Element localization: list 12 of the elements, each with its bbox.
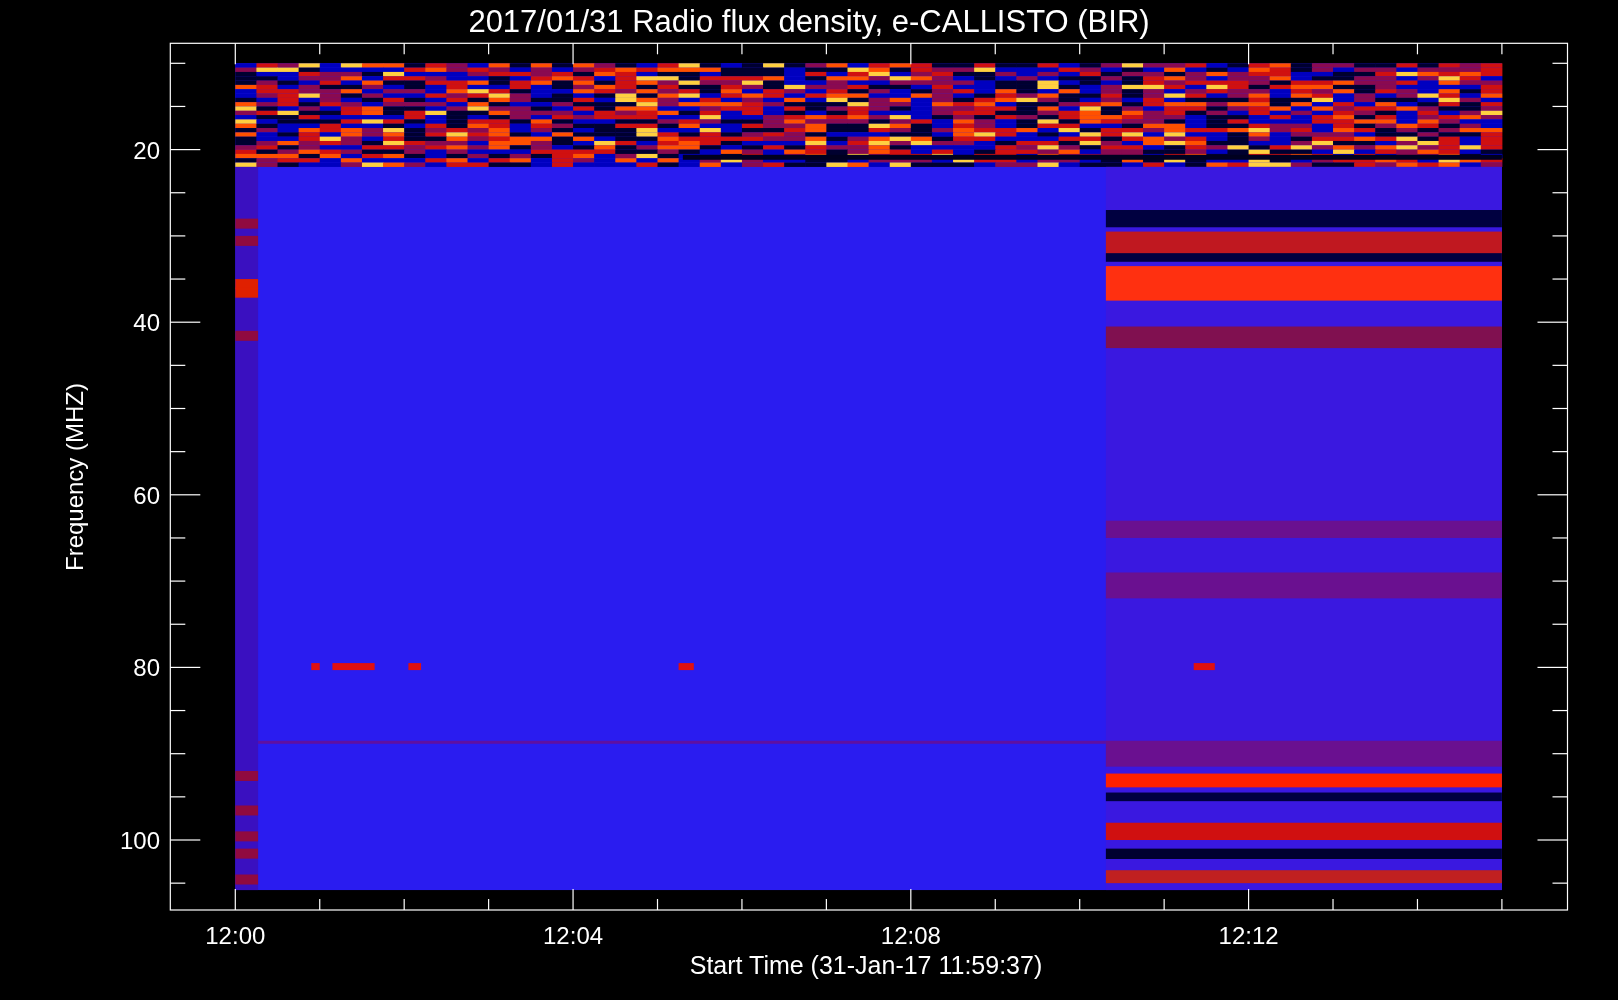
x-tick-label: 12:12 [1218,922,1279,949]
x-tick-label: 12:00 [205,922,266,949]
y-tick-label: 100 [119,827,160,854]
y-tick-label: 60 [133,481,160,509]
y-tick-label: 80 [133,654,160,682]
chart-title: 2017/01/31 Radio flux density, e-CALLISTO (BIR) [468,4,1150,39]
y-axis-label: Frequency (MHZ) [61,383,88,571]
y-tick-label: 20 [133,136,160,164]
x-tick-label: 12:08 [880,922,941,949]
y-tick-label: 40 [133,309,160,337]
x-axis-label: Start Time (31-Jan-17 11:59:37) [689,951,1043,979]
x-tick-label: 12:04 [543,922,604,949]
